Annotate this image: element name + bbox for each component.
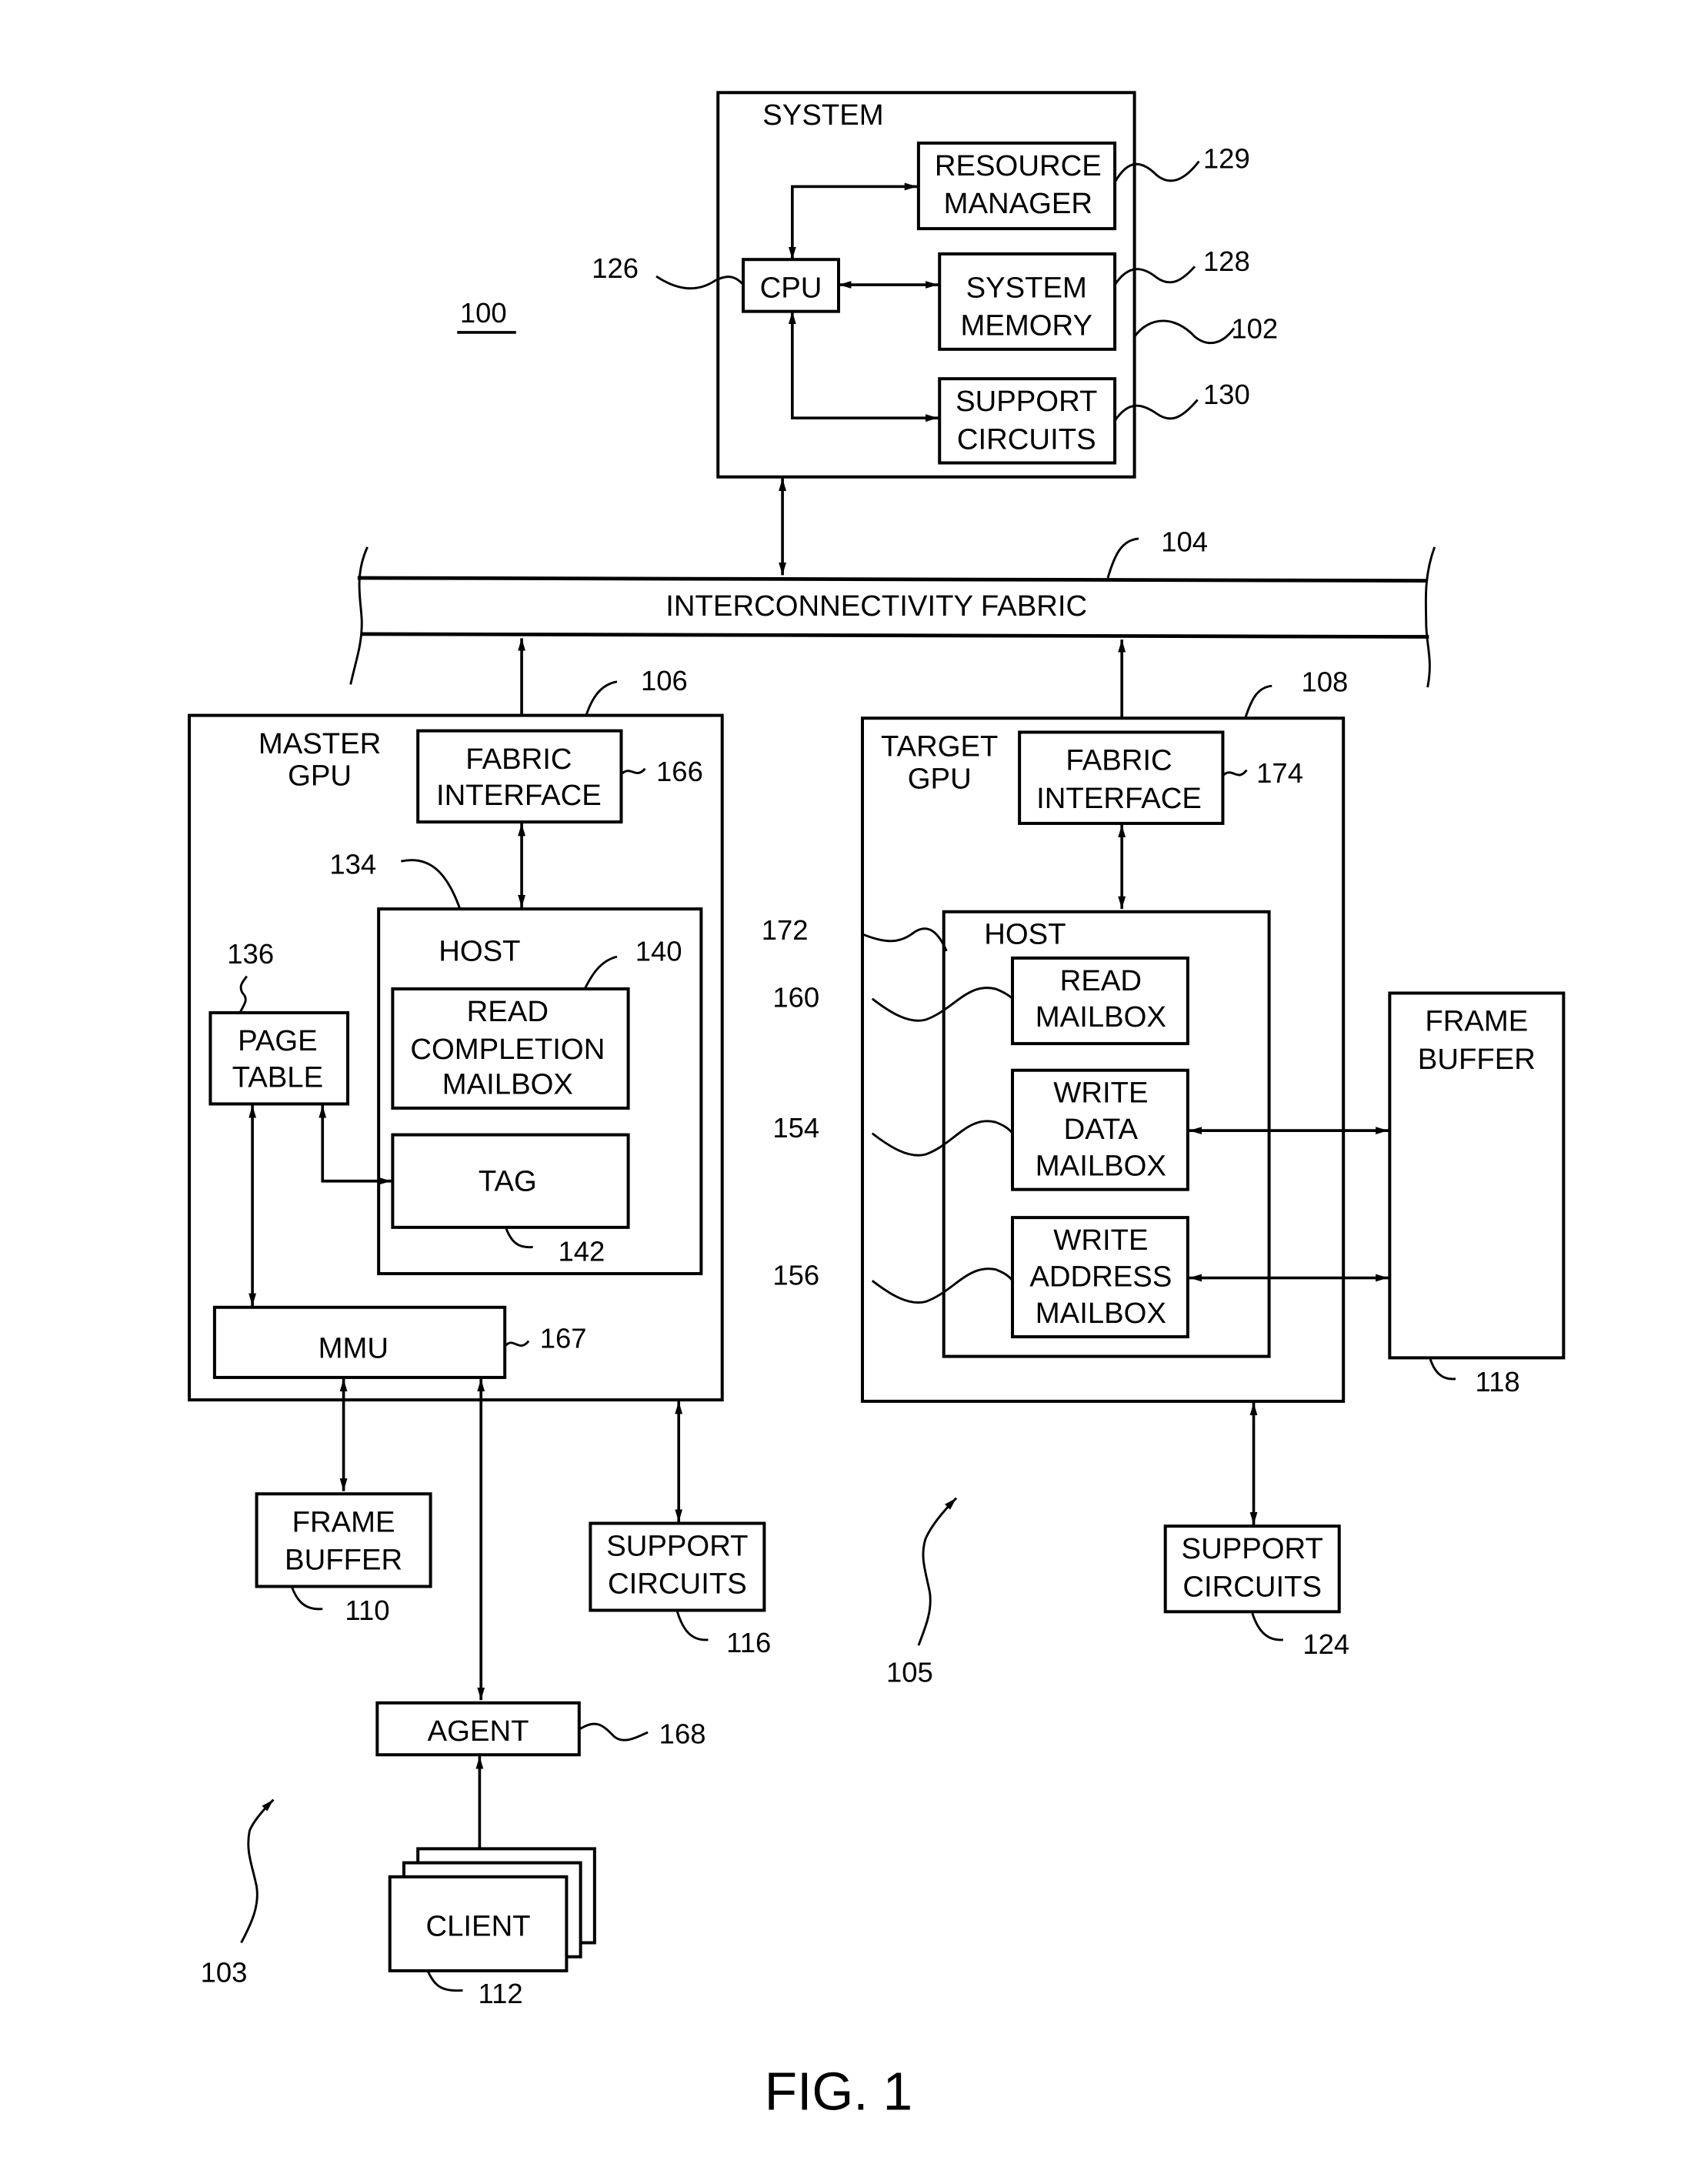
resource-manager-label-1: RESOURCE [935, 149, 1102, 182]
master-gpu-title-2: GPU [288, 760, 352, 793]
master-support-circuits-block: SUPPORT CIRCUITS 116 [589, 1521, 771, 1658]
master-frame-buffer-block: FRAME BUFFER 110 [255, 1492, 432, 1626]
client-label: CLIENT [426, 1909, 531, 1942]
target-host-label: HOST [984, 918, 1066, 951]
figure-caption: FIG. 1 [765, 2061, 912, 2121]
ref-140: 140 [635, 936, 682, 967]
ref-130: 130 [1203, 379, 1250, 410]
write-address-mailbox-label-2: ADDRESS [1029, 1260, 1172, 1293]
read-mailbox-label-1: READ [1060, 964, 1142, 997]
resource-manager-block: RESOURCE MANAGER 129 [916, 141, 1250, 231]
leader-108 [1244, 684, 1272, 719]
read-completion-mailbox-label-1: READ [467, 995, 549, 1028]
leader-102 [1133, 319, 1236, 345]
target-support-circuits-label-2: CIRCUITS [1182, 1570, 1322, 1603]
ref-106: 106 [641, 665, 688, 696]
ref-142: 142 [558, 1236, 605, 1267]
system-support-circuits-block: SUPPORT CIRCUITS 130 [938, 377, 1250, 465]
ref-105-pointer: 105 [886, 1497, 958, 1688]
master-fabric-interface-label-2: INTERFACE [436, 779, 602, 812]
target-support-circuits-label-1: SUPPORT [1182, 1532, 1323, 1565]
ref-136: 136 [227, 938, 274, 970]
ref-110: 110 [345, 1595, 389, 1626]
read-completion-mailbox-label-3: MAILBOX [442, 1068, 573, 1101]
agent-label: AGENT [428, 1715, 529, 1748]
system-memory-label-1: SYSTEM [966, 271, 1087, 304]
tag-label: TAG [479, 1165, 537, 1198]
ref-156: 156 [772, 1260, 819, 1291]
target-frame-buffer-block: FRAME BUFFER 118 [1388, 991, 1566, 1398]
ref-104: 104 [1161, 526, 1208, 557]
ref-160: 160 [772, 982, 819, 1014]
ref-134: 134 [329, 849, 376, 880]
write-address-mailbox-label-3: MAILBOX [1036, 1297, 1166, 1330]
interconnectivity-fabric: INTERCONNECTIVITY FABRIC 104 [349, 526, 1436, 688]
ref-102: 102 [1231, 312, 1278, 344]
target-gpu-title-1: TARGET [881, 730, 998, 763]
leader-110 [290, 1586, 323, 1611]
leader-168 [578, 1722, 649, 1742]
write-data-mailbox-label-1: WRITE [1053, 1077, 1148, 1110]
target-gpu-title-2: GPU [908, 762, 972, 795]
leader-112 [426, 1970, 463, 1992]
leader-104 [1106, 537, 1139, 579]
ref-116: 116 [726, 1627, 771, 1658]
ref-174: 174 [1256, 757, 1303, 789]
ref-112: 112 [479, 1978, 523, 2009]
master-frame-buffer-label-2: BUFFER [285, 1544, 402, 1577]
ref-167: 167 [540, 1323, 587, 1354]
system-title: SYSTEM [762, 99, 883, 132]
ref-103-pointer: 103 [201, 1798, 275, 1989]
master-gpu-title-1: MASTER [258, 727, 381, 760]
ref-129: 129 [1203, 143, 1250, 175]
fabric-label: INTERCONNECTIVITY FABRIC [665, 589, 1087, 623]
target-frame-buffer-label-1: FRAME [1425, 1005, 1528, 1038]
master-frame-buffer-label-1: FRAME [292, 1505, 395, 1538]
system-memory-label-2: MEMORY [960, 309, 1092, 342]
ref-166: 166 [656, 756, 703, 787]
ref-128: 128 [1203, 245, 1250, 277]
ref-100: 100 [460, 297, 507, 329]
client-stack: CLIENT 112 [388, 1847, 596, 2009]
write-data-mailbox-label-3: MAILBOX [1036, 1149, 1166, 1182]
system-support-circuits-label-2: CIRCUITS [957, 422, 1096, 456]
page-table-label-2: TABLE [232, 1061, 323, 1094]
ref-124: 124 [1302, 1628, 1349, 1660]
ref-105: 105 [886, 1656, 933, 1688]
ref-126: 126 [592, 252, 639, 284]
master-host-label: HOST [439, 935, 520, 968]
target-fabric-interface-label-1: FABRIC [1066, 744, 1172, 777]
ref-103: 103 [201, 1957, 248, 1989]
leader-118 [1429, 1358, 1456, 1381]
mmu-label: MMU [319, 1331, 389, 1364]
master-fabric-interface-label-1: FABRIC [465, 743, 572, 776]
ref-172: 172 [762, 914, 809, 946]
target-support-circuits-block: SUPPORT CIRCUITS 124 [1163, 1524, 1349, 1660]
read-mailbox-label-2: MAILBOX [1036, 1000, 1166, 1034]
master-support-circuits-label-1: SUPPORT [606, 1529, 748, 1562]
ref-168: 168 [659, 1718, 706, 1750]
resource-manager-label-2: MANAGER [944, 187, 1092, 220]
leader-116 [675, 1611, 709, 1641]
leader-106 [585, 680, 618, 716]
system-memory-block: SYSTEM MEMORY 128 [938, 245, 1250, 351]
target-frame-buffer-label-2: BUFFER [1418, 1043, 1536, 1076]
leader-124 [1251, 1612, 1283, 1641]
write-address-mailbox-label-1: WRITE [1053, 1224, 1148, 1257]
page-table-label-1: PAGE [238, 1024, 318, 1057]
master-support-circuits-label-2: CIRCUITS [608, 1568, 747, 1601]
cpu-block: CPU 126 [592, 252, 841, 313]
cpu-label: CPU [760, 271, 822, 304]
ref-154: 154 [772, 1112, 819, 1144]
ref-118: 118 [1476, 1366, 1520, 1398]
system-support-circuits-label-1: SUPPORT [956, 385, 1097, 418]
agent-block: AGENT 168 [375, 1701, 706, 1757]
target-fabric-interface-label-2: INTERFACE [1036, 782, 1202, 815]
read-completion-mailbox-label-2: COMPLETION [410, 1033, 605, 1066]
ref-108: 108 [1302, 666, 1349, 698]
fig1-block-diagram: SYSTEM 102 RESOURCE MANAGER 129 CPU 126 … [188, 91, 1566, 2121]
write-data-mailbox-label-2: DATA [1064, 1113, 1139, 1146]
